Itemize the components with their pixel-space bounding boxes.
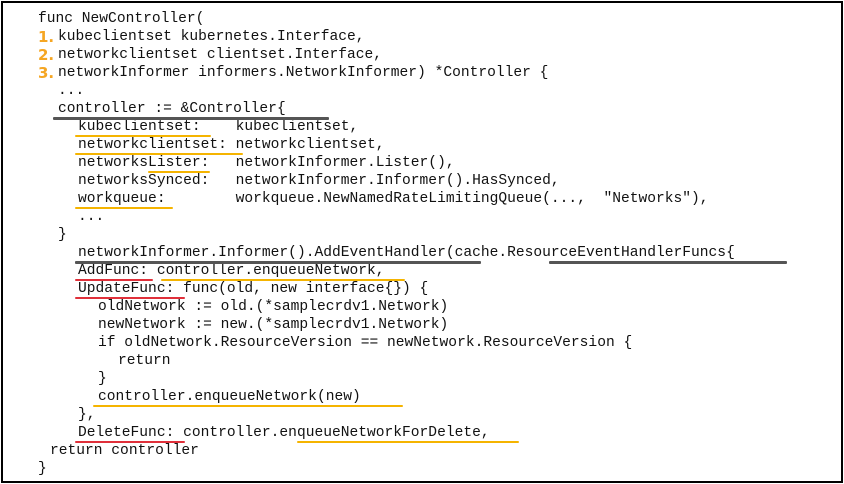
highlight-deletefunc: [75, 441, 185, 443]
code-line: ...: [58, 83, 85, 99]
code-line: oldNetwork := old.(*samplecrdv1.Network): [98, 299, 449, 315]
highlight-add-event-handler: [75, 261, 481, 264]
marker-1: 1.: [38, 28, 55, 46]
marker-2: 2.: [38, 46, 55, 64]
code-line: DeleteFunc: controller.enqueueNetworkFor…: [78, 425, 490, 441]
code-line: networkclientset clientset.Interface,: [58, 47, 383, 63]
code-line: controller := &Controller{: [58, 101, 286, 117]
code-line: newNetwork := new.(*samplecrdv1.Network): [98, 317, 449, 333]
highlight-workqueue: [75, 207, 173, 209]
highlight-resource-event-handler-funcs: [549, 261, 787, 264]
code-line: networksLister: networkInformer.Lister()…: [78, 155, 455, 171]
code-line: kubeclientset kubernetes.Interface,: [58, 29, 365, 45]
highlight-updatefunc: [75, 297, 185, 299]
highlight-enqueue-network: [161, 279, 405, 281]
code-line: networkInformer.Informer().AddEventHandl…: [78, 245, 735, 261]
highlight-controller-struct: [53, 117, 329, 120]
code-line: networkInformer informers.NetworkInforme…: [58, 65, 549, 81]
code-line: controller.enqueueNetwork(new): [98, 389, 361, 405]
code-line: ...: [78, 209, 105, 225]
code-line: workqueue: workqueue.NewNamedRateLimitin…: [78, 191, 709, 207]
marker-3: 3.: [38, 64, 55, 82]
code-line: return controller: [50, 443, 199, 459]
code-figure-frame: 1. 2. 3. func NewController( kubeclients…: [1, 1, 843, 483]
highlight-networkclientset: [75, 153, 243, 155]
code-line: },: [78, 407, 96, 423]
code-line: kubeclientset: kubeclientset,: [78, 119, 359, 135]
highlight-enqueue-network-for-delete: [297, 441, 519, 443]
code-line: func NewController(: [38, 11, 205, 27]
highlight-kubeclientset: [75, 135, 211, 137]
code-line: }: [58, 227, 67, 243]
code-block: 1. 2. 3. func NewController( kubeclients…: [3, 3, 841, 481]
code-line: networkclientset: networkclientset,: [78, 137, 385, 153]
code-line: networksSynced: networkInformer.Informer…: [78, 173, 560, 189]
code-line: }: [38, 461, 47, 477]
code-line: }: [98, 371, 107, 387]
code-line: if oldNetwork.ResourceVersion == newNetw…: [98, 335, 633, 351]
code-line: return: [118, 353, 171, 369]
code-line: UpdateFunc: func(old, new interface{}) {: [78, 281, 429, 297]
highlight-lister: [148, 171, 210, 173]
highlight-enqueue-network-new: [93, 405, 403, 407]
highlight-addfunc: [75, 279, 153, 281]
code-line: AddFunc: controller.enqueueNetwork,: [78, 263, 385, 279]
